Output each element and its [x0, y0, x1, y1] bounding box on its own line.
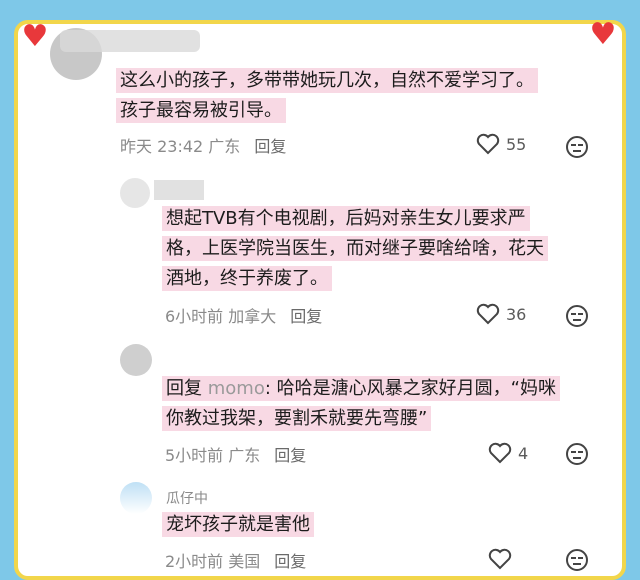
reply-button[interactable]: 回复	[290, 303, 322, 327]
comment-meta: 5小时前 广东 回复	[165, 442, 306, 466]
like-count: 55	[506, 134, 527, 154]
username-blur	[60, 30, 200, 52]
comment-username[interactable]: 瓜仔中	[166, 488, 208, 508]
mention-username[interactable]: momo	[208, 378, 265, 399]
heart-outline-icon	[488, 548, 512, 570]
comment-text: 这么小的孩子，多带带她玩几次，自然不爱学习了。 孩子最容易被引导。	[116, 66, 538, 126]
like-button[interactable]: 36	[476, 303, 526, 325]
heart-outline-icon	[488, 442, 512, 464]
heart-decoration-icon: ♥	[21, 19, 49, 54]
heart-decoration-icon: ♥	[589, 17, 617, 52]
comment-time: 6小时前	[165, 307, 224, 326]
comment-text: 回复 momo: 哈哈是溏心风暴之家好月圆，“妈咪 你教过我架，要割禾就要先弯腰…	[162, 374, 560, 434]
emoji-react-icon[interactable]	[566, 443, 588, 465]
heart-outline-icon	[476, 303, 500, 325]
emoji-react-icon[interactable]	[566, 549, 588, 571]
username-blur	[154, 180, 204, 200]
like-button[interactable]: 55	[476, 133, 526, 155]
reply-prefix: 回复	[166, 378, 202, 399]
reply-button[interactable]: 回复	[274, 442, 306, 466]
comment-time: 2小时前	[165, 552, 224, 571]
emoji-react-icon[interactable]	[566, 136, 588, 158]
reply-button[interactable]: 回复	[254, 133, 286, 157]
comment-location: 广东	[228, 446, 261, 465]
avatar[interactable]	[120, 178, 150, 208]
comment-location: 加拿大	[228, 307, 277, 326]
comment-location: 广东	[208, 137, 241, 156]
comment-time: 昨天 23:42	[120, 137, 204, 156]
comment-location: 美国	[228, 552, 261, 571]
like-count: 36	[506, 304, 527, 324]
like-count: 4	[518, 443, 529, 463]
emoji-react-icon[interactable]	[566, 305, 588, 327]
like-button[interactable]: 4	[488, 442, 528, 464]
comment-meta: 昨天 23:42 广东 回复	[120, 133, 286, 157]
comment-text: 想起TVB有个电视剧，后妈对亲生女儿要求严 格，上医学院当医生，而对继子要啥给啥…	[162, 204, 548, 294]
comment-meta: 6小时前 加拿大 回复	[165, 303, 322, 327]
comment-time: 5小时前	[165, 446, 224, 465]
reply-button[interactable]: 回复	[274, 548, 306, 572]
like-button[interactable]	[488, 548, 512, 570]
comment-meta: 2小时前 美国 回复	[165, 548, 306, 572]
comment-text: 宠坏孩子就是害他	[162, 510, 314, 540]
avatar[interactable]	[120, 344, 152, 376]
avatar[interactable]	[120, 482, 152, 514]
heart-outline-icon	[476, 133, 500, 155]
